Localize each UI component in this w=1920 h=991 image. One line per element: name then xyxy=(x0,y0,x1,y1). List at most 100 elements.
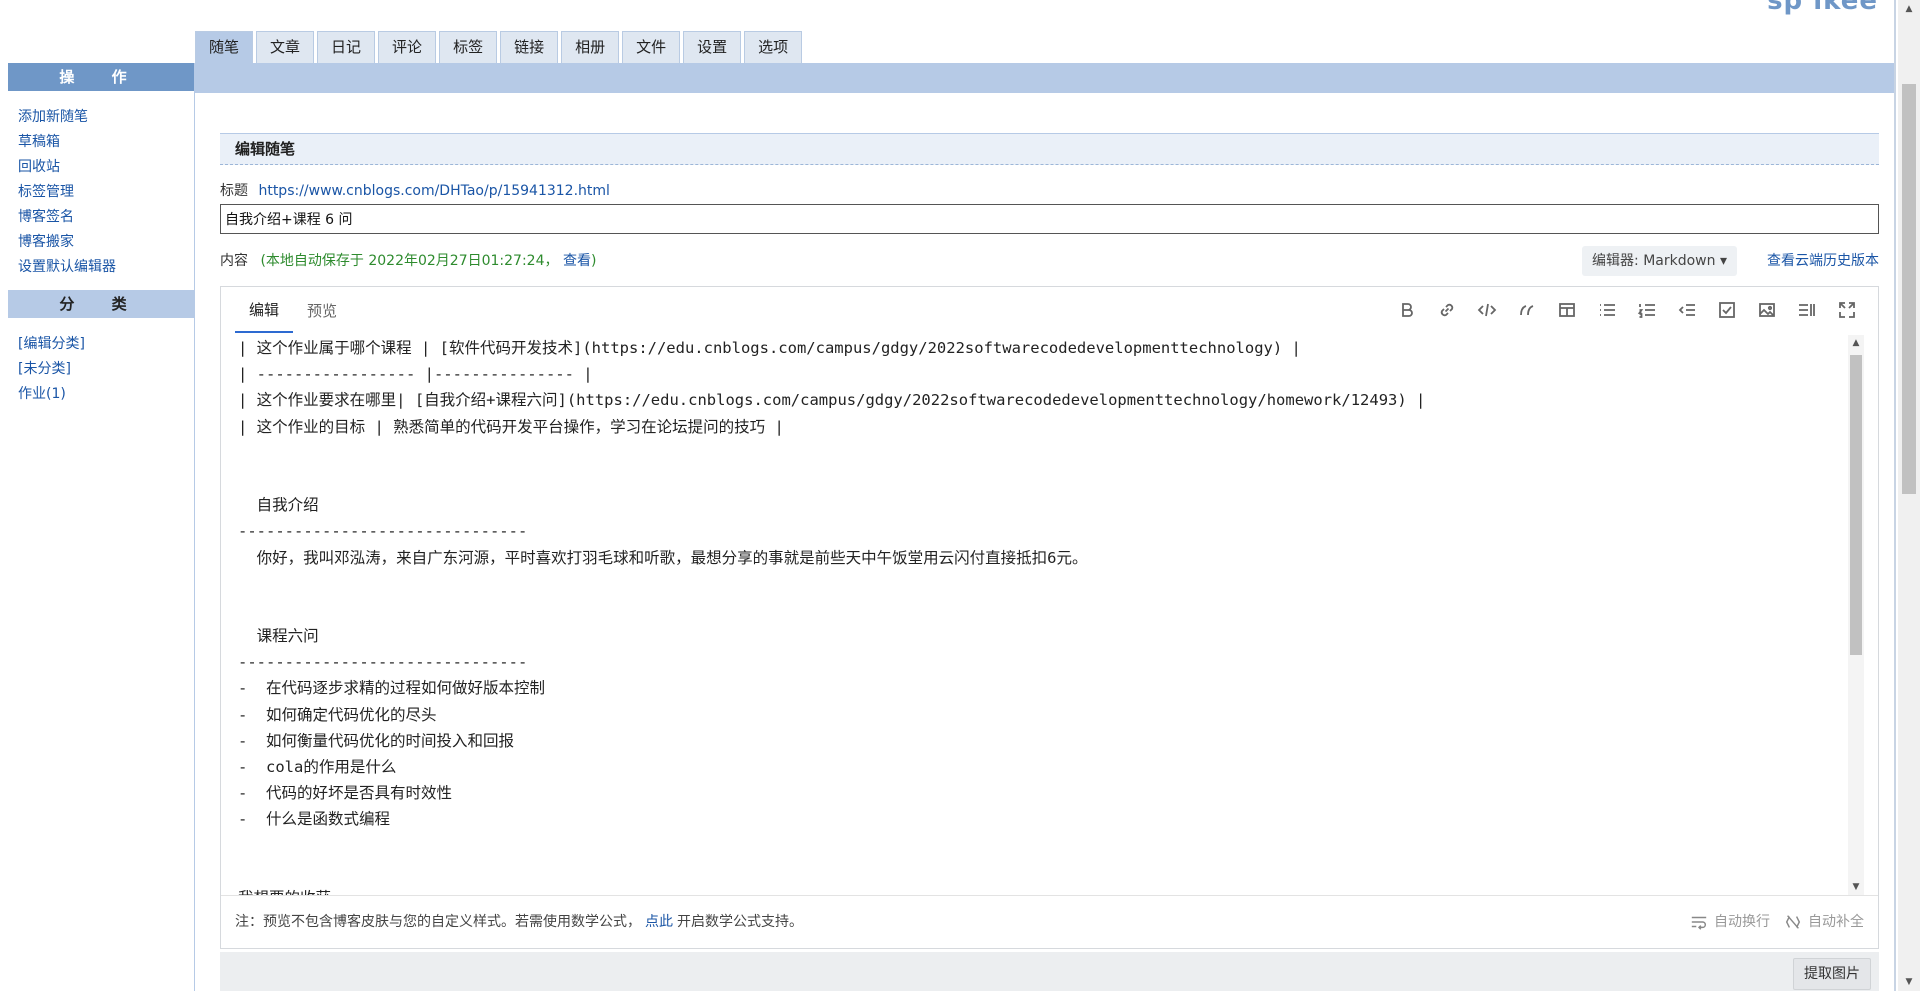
auto-wrap-toggle[interactable]: 自动换行 xyxy=(1690,896,1770,948)
preview-note: 注：预览不包含博客皮肤与您的自定义样式。若需使用数学公式， xyxy=(235,914,641,930)
operations-header: 操 作 xyxy=(8,63,194,91)
page-title: 编辑随笔 xyxy=(220,133,1879,165)
fullscreen-icon[interactable] xyxy=(1828,295,1866,325)
categories-list: [编辑分类] [未分类] 作业(1) xyxy=(8,318,194,417)
page-scrollbar[interactable]: ▲ ▼ xyxy=(1898,0,1920,991)
editor-type-dropdown[interactable]: 编辑器: Markdown ▾ xyxy=(1582,246,1737,276)
sidebar-item-default-editor[interactable]: 设置默认编辑器 xyxy=(18,255,194,280)
editor-type-label: 编辑器: Markdown xyxy=(1592,253,1716,269)
editor-line: | 这个作业属于哪个课程 | [软件代码开发技术](https://edu.cn… xyxy=(238,339,1301,357)
editor-line: - 什么是函数式编程 xyxy=(238,810,390,829)
editor-line: | 这个作业要求在哪里| [自我介绍+课程六问](https://edu.cnb… xyxy=(238,391,1426,410)
autosave-text: (本地自动保存于 2022年02月27日01:27:24， xyxy=(260,253,559,269)
page-left-border xyxy=(0,0,8,991)
quote-icon[interactable] xyxy=(1508,295,1546,325)
markdown-editor: 编辑 预览 | 这个作业属于哪个课程 | [软件代码开发技术](https://… xyxy=(220,286,1879,949)
editor-footer: 注：预览不包含博客皮肤与您的自定义样式。若需使用数学公式， 点此 开启数学公式支持。… xyxy=(221,895,1878,948)
scroll-down-arrow-icon[interactable]: ▼ xyxy=(1848,879,1864,895)
editor-line: ------------------------------- xyxy=(238,522,528,541)
top-tab-bar: 随笔 文章 日记 评论 标签 链接 相册 文件 设置 选项 xyxy=(195,31,803,63)
editor-line: - 代码的好坏是否具有时效性 xyxy=(238,784,452,803)
editor-scrollbar[interactable]: ▲ ▼ xyxy=(1848,335,1864,895)
auto-complete-toggle[interactable]: 自动补全 xyxy=(1784,896,1864,948)
tab-comments[interactable]: 评论 xyxy=(378,31,437,63)
image-tools-bar: 提取图片 xyxy=(220,952,1879,991)
tab-articles[interactable]: 文章 xyxy=(256,31,315,63)
editor-scroll-thumb[interactable] xyxy=(1850,355,1862,655)
table-icon[interactable] xyxy=(1548,295,1586,325)
editor-line: ------------------------------- xyxy=(238,653,528,672)
page-scroll-down-icon[interactable]: ▼ xyxy=(1898,973,1920,991)
tab-edit[interactable]: 编辑 xyxy=(235,287,294,333)
scroll-up-arrow-icon[interactable]: ▲ xyxy=(1848,335,1864,351)
image-icon[interactable] xyxy=(1748,295,1786,325)
auto-complete-label: 自动补全 xyxy=(1808,914,1864,930)
post-url-link[interactable]: https://www.cnblogs.com/DHTao/p/15941312… xyxy=(258,183,609,199)
tab-diary[interactable]: 日记 xyxy=(317,31,376,63)
autosave-end: ) xyxy=(590,253,597,269)
preview-note-end: 开启数学公式支持。 xyxy=(677,914,803,930)
content-row: 内容 (本地自动保存于 2022年02月27日01:27:24， 查看) 编辑器… xyxy=(220,246,1879,276)
category-uncategorized[interactable]: [未分类] xyxy=(18,357,194,382)
sidebar-item-blog-signature[interactable]: 博客签名 xyxy=(18,205,194,230)
chevron-down-icon: ▾ xyxy=(1719,253,1727,269)
link-icon[interactable] xyxy=(1428,295,1466,325)
blog-brand: sp ikee xyxy=(1767,0,1878,16)
code-icon[interactable] xyxy=(1468,295,1506,325)
editor-line: - cola的作用是什么 xyxy=(238,758,397,776)
sidebar-item-blog-migrate[interactable]: 博客搬家 xyxy=(18,230,194,255)
tab-files[interactable]: 文件 xyxy=(622,31,681,63)
page-scroll-thumb[interactable] xyxy=(1902,84,1916,494)
editor-tabs: 编辑 预览 xyxy=(235,287,351,333)
tab-links[interactable]: 链接 xyxy=(500,31,559,63)
title-input[interactable] xyxy=(220,204,1879,234)
tab-preview[interactable]: 预览 xyxy=(293,287,351,333)
page-scroll-up-icon[interactable]: ▲ xyxy=(1898,0,1920,18)
extract-images-button[interactable]: 提取图片 xyxy=(1793,958,1871,990)
enable-math-link[interactable]: 点此 xyxy=(645,914,673,930)
auto-wrap-label: 自动换行 xyxy=(1714,914,1770,930)
tab-posts[interactable]: 随笔 xyxy=(195,31,254,63)
editor-line: 我想要的收获 xyxy=(222,885,1842,895)
category-homework[interactable]: 作业(1) xyxy=(18,382,194,407)
editor-line: | ----------------- |--------------- | xyxy=(238,365,593,384)
markdown-textarea[interactable]: | 这个作业属于哪个课程 | [软件代码开发技术](https://edu.cn… xyxy=(222,335,1842,895)
category-edit[interactable]: [编辑分类] xyxy=(18,332,194,357)
main-content: 编辑随笔 标题 https://www.cnblogs.com/DHTao/p/… xyxy=(220,133,1879,949)
title-label: 标题 xyxy=(220,183,248,199)
autosave-status: (本地自动保存于 2022年02月27日01:27:24， 查看) xyxy=(260,253,596,269)
bullet-list-icon[interactable] xyxy=(1588,295,1626,325)
tab-settings[interactable]: 设置 xyxy=(683,31,742,63)
editor-line: 自我介绍 xyxy=(238,496,319,515)
editor-line: - 如何衡量代码优化的时间投入和回报 xyxy=(238,731,514,750)
autosave-view-link[interactable]: 查看 xyxy=(563,253,591,269)
cloud-history-link[interactable]: 查看云端历史版本 xyxy=(1767,246,1879,276)
sidebar-item-drafts[interactable]: 草稿箱 xyxy=(18,130,194,155)
word-wrap-icon xyxy=(1691,916,1707,930)
split-view-icon[interactable] xyxy=(1788,295,1826,325)
sidebar-item-tag-manage[interactable]: 标签管理 xyxy=(18,180,194,205)
bold-icon[interactable] xyxy=(1388,295,1426,325)
tab-tags[interactable]: 标签 xyxy=(439,31,498,63)
autocomplete-off-icon xyxy=(1785,915,1801,929)
tab-albums[interactable]: 相册 xyxy=(561,31,620,63)
editor-line: - 如何确定代码优化的尽头 xyxy=(238,705,437,724)
checkbox-icon[interactable] xyxy=(1708,295,1746,325)
editor-line: | 这个作业的目标 | 熟悉简单的代码开发平台操作，学习在论坛提问的技巧 | xyxy=(238,417,784,436)
outdent-icon[interactable] xyxy=(1668,295,1706,325)
editor-line: 课程六问 xyxy=(238,627,319,646)
categories-header: 分 类 xyxy=(8,290,194,318)
content-label: 内容 xyxy=(220,253,248,269)
sidebar-item-add-post[interactable]: 添加新随笔 xyxy=(18,105,194,130)
sidebar-item-recycle-bin[interactable]: 回收站 xyxy=(18,155,194,180)
editor-toolbar xyxy=(1388,287,1866,333)
tab-options[interactable]: 选项 xyxy=(744,31,803,63)
numbered-list-icon[interactable] xyxy=(1628,295,1666,325)
tab-content-bar xyxy=(195,63,1894,93)
editor-options: 自动换行 自动补全 xyxy=(1690,896,1864,948)
